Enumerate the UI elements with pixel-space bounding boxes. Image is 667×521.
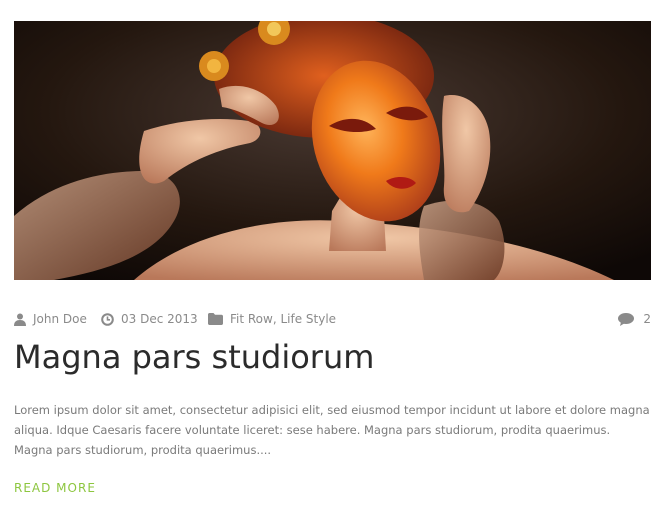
category-separator: , <box>272 312 281 326</box>
post-date: 03 Dec 2013 <box>101 312 198 326</box>
featured-image[interactable] <box>14 21 651 280</box>
post-title[interactable]: Magna pars studiorum <box>14 337 374 377</box>
post-meta: John Doe 03 Dec 2013 Fit Row , Life Styl… <box>14 312 651 328</box>
post-excerpt: Lorem ipsum dolor sit amet, consectetur … <box>14 403 650 457</box>
blog-post: John Doe 03 Dec 2013 Fit Row , Life Styl… <box>14 21 651 495</box>
user-icon <box>14 313 26 326</box>
category-link[interactable]: Fit Row <box>230 312 273 326</box>
post-categories: Fit Row , Life Style <box>208 312 336 326</box>
folder-icon <box>208 313 223 325</box>
comments-count: 2 <box>643 312 651 326</box>
author-link[interactable]: John Doe <box>33 312 87 326</box>
portrait-illustration <box>14 21 651 280</box>
clock-icon <box>101 312 114 326</box>
comment-icon <box>618 312 635 326</box>
comments-link[interactable]: 2 <box>618 312 651 326</box>
category-link[interactable]: Life Style <box>280 312 336 326</box>
date-text: 03 Dec 2013 <box>121 312 198 326</box>
read-more-link[interactable]: READ MORE <box>14 481 96 495</box>
post-author: John Doe <box>14 312 87 326</box>
